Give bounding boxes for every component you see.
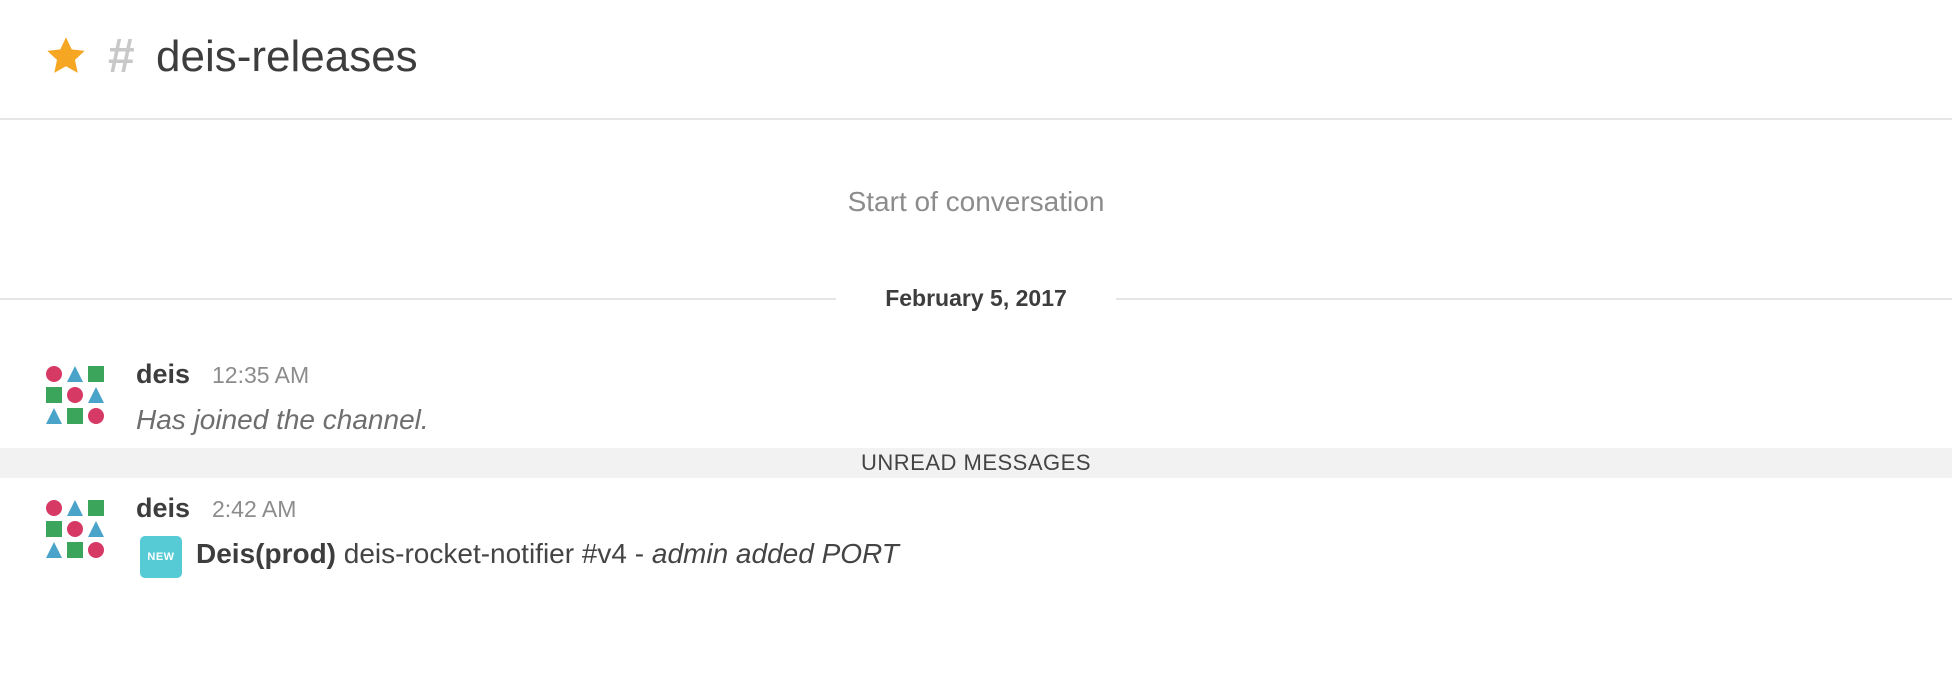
avatar[interactable]: [44, 498, 106, 560]
message-detail: admin added PORT: [651, 538, 899, 569]
message-timestamp[interactable]: 2:42 AM: [212, 492, 296, 526]
channel-header: # deis-releases: [0, 0, 1952, 120]
message-username[interactable]: deis: [136, 357, 190, 391]
message-text: Has joined the channel.: [136, 404, 429, 435]
message-body: deis-rocket-notifier #v4 -: [336, 538, 652, 569]
message-username[interactable]: deis: [136, 491, 190, 525]
star-icon[interactable]: [44, 34, 88, 78]
start-of-conversation: Start of conversation: [847, 186, 1105, 217]
avatar[interactable]: [44, 364, 106, 426]
channel-title: deis-releases: [156, 32, 418, 81]
divider-line: [1116, 298, 1952, 300]
new-badge: NEW: [140, 536, 182, 578]
app-name: Deis(prod): [196, 538, 336, 569]
message-text: Deis(prod) deis-rocket-notifier #v4 - ad…: [196, 536, 899, 572]
date-label: February 5, 2017: [885, 285, 1067, 311]
message-timestamp[interactable]: 12:35 AM: [212, 358, 309, 392]
divider-line: [0, 298, 836, 300]
channel-hash-icon: #: [108, 30, 135, 83]
date-divider: February 5, 2017: [0, 280, 1952, 316]
unread-messages-divider[interactable]: UNREAD MESSAGES: [0, 448, 1952, 478]
